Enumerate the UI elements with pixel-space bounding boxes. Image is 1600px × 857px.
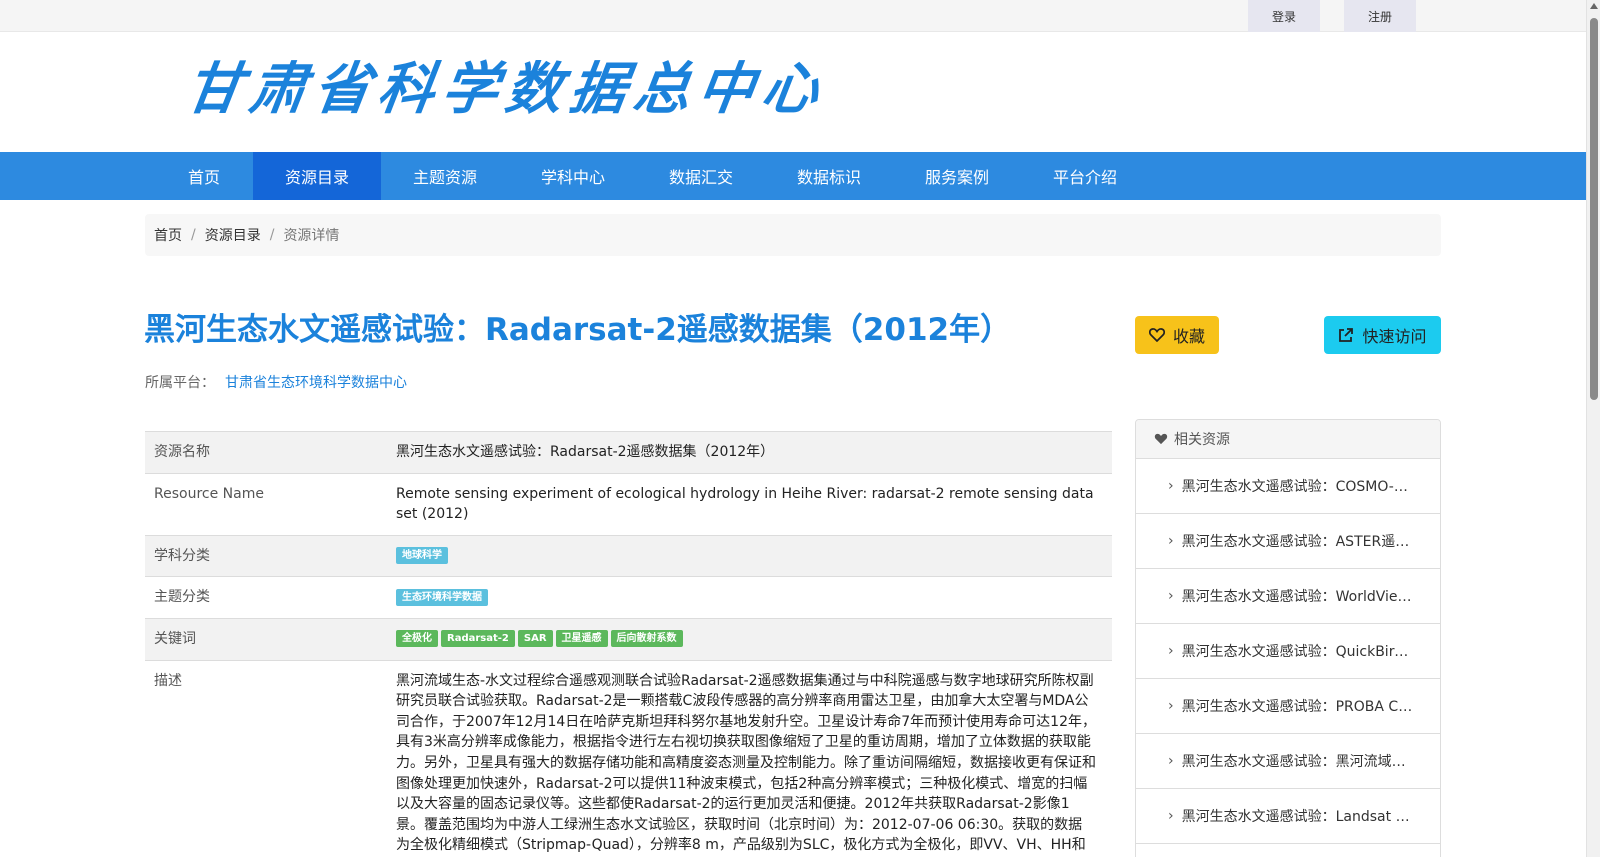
keyword-tag[interactable]: Radarsat-2 bbox=[441, 630, 515, 648]
chevron-right-icon: › bbox=[1168, 533, 1174, 549]
related-item-label: 黑河生态水文遥感试验：COSMO-SkyMed遥感数据集 bbox=[1181, 479, 1414, 495]
related-item[interactable]: › 黑河生态水文遥感试验：ASTER遥感数据集 bbox=[1136, 514, 1440, 569]
related-item[interactable]: › 黑河生态水文遥感试验：QuickBird遥感数据集 bbox=[1136, 624, 1440, 679]
heart-icon bbox=[1154, 433, 1168, 445]
keyword-tag[interactable]: 全极化 bbox=[396, 630, 438, 648]
chevron-right-icon: › bbox=[1168, 478, 1174, 494]
resource-info-table: 资源名称 黑河生态水文遥感试验：Radarsat-2遥感数据集（2012年） R… bbox=[145, 431, 1112, 857]
table-row: 主题分类 生态环境科学数据 bbox=[145, 576, 1112, 619]
table-row: 描述 黑河流域生态-水文过程综合遥感观测联合试验Radarsat-2遥感数据集通… bbox=[145, 659, 1112, 857]
related-item[interactable]: › 黑河生态水文遥感试验：黑河流域遥感数据集 bbox=[1136, 734, 1440, 789]
breadcrumb-separator: / bbox=[191, 227, 196, 243]
related-resources-header: 相关资源 bbox=[1136, 420, 1440, 459]
related-item-label: 黑河生态水文遥感试验：QuickBird遥感数据集 bbox=[1181, 644, 1414, 660]
nav-identifier[interactable]: 数据标识 bbox=[765, 152, 893, 200]
nav-cases[interactable]: 服务案例 bbox=[893, 152, 1021, 200]
breadcrumb-home[interactable]: 首页 bbox=[154, 225, 182, 245]
page-title: 黑河生态水文遥感试验：Radarsat-2遥感数据集（2012年） bbox=[144, 312, 1012, 348]
favorite-label: 收藏 bbox=[1172, 327, 1205, 346]
chevron-right-icon: › bbox=[1168, 808, 1174, 824]
quick-access-button[interactable]: 快速访问 bbox=[1324, 316, 1441, 354]
breadcrumb-catalog[interactable]: 资源目录 bbox=[205, 225, 261, 245]
table-row: Resource Name Remote sensing experiment … bbox=[145, 472, 1112, 536]
row-value: 生态环境科学数据 bbox=[387, 576, 1112, 619]
related-item[interactable]: › 黑河生态水文遥感试验：WorldView遥感数据集 bbox=[1136, 569, 1440, 624]
breadcrumb-separator: / bbox=[269, 227, 275, 243]
table-row: 学科分类 地球科学 bbox=[145, 534, 1112, 577]
related-resources-panel: 相关资源 › 黑河生态水文遥感试验：COSMO-SkyMed遥感数据集 › 黑河生态… bbox=[1135, 419, 1441, 857]
platform-label: 所属平台： bbox=[145, 375, 215, 391]
nav-themes[interactable]: 主题资源 bbox=[381, 152, 509, 200]
row-value: 全极化 Radarsat-2 SAR 卫星遥感 后向散射系数 bbox=[387, 617, 1112, 661]
chevron-right-icon: › bbox=[1168, 698, 1174, 714]
nav-home[interactable]: 首页 bbox=[174, 152, 234, 200]
main-nav: 首页 资源目录 主题资源 学科中心 数据汇交 数据标识 服务案例 平台介绍 bbox=[0, 152, 1586, 200]
row-value: 黑河生态水文遥感试验：Radarsat-2遥感数据集（2012年） bbox=[387, 431, 1112, 474]
site-logo[interactable]: 甘肃省科学数据总中心 bbox=[182, 57, 831, 122]
related-item-label: 黑河生态水文遥感试验：黑河流域遥感数据集 bbox=[1181, 754, 1414, 770]
subject-tag[interactable]: 地球科学 bbox=[396, 547, 448, 565]
row-label: 资源名称 bbox=[145, 431, 387, 474]
nav-submission[interactable]: 数据汇交 bbox=[637, 152, 765, 200]
external-link-icon bbox=[1339, 328, 1354, 342]
heart-outline-icon bbox=[1148, 328, 1165, 342]
breadcrumb: 首页 / 资源目录 / 资源详情 bbox=[145, 214, 1441, 256]
related-item-label: 黑河生态水文遥感试验：Landsat 遥感数据集 bbox=[1181, 809, 1414, 825]
chevron-right-icon: › bbox=[1168, 588, 1174, 604]
favorite-button[interactable]: 收藏 bbox=[1135, 316, 1219, 354]
related-item[interactable]: › 黑河生态水文遥感试验：COSMO-SkyMed遥感数据集 bbox=[1136, 459, 1440, 514]
keyword-tag[interactable]: 卫星遥感 bbox=[555, 630, 608, 648]
scroll-thumb[interactable] bbox=[1590, 18, 1598, 400]
row-value: Remote sensing experiment of ecological … bbox=[387, 472, 1112, 536]
row-value: 地球科学 bbox=[387, 534, 1112, 577]
page-scrollbar[interactable] bbox=[1586, 0, 1600, 857]
related-item-label: 黑河生态水文遥感试验：ASTER遥感数据集 bbox=[1181, 534, 1414, 550]
chevron-right-icon: › bbox=[1168, 753, 1174, 769]
related-item-label: 黑河生态水文遥感试验：PROBA CHRIS遥感数据集 bbox=[1181, 699, 1414, 715]
related-resources-title: 相关资源 bbox=[1174, 432, 1230, 448]
row-label: 关键词 bbox=[145, 617, 387, 661]
table-row: 关键词 全极化 Radarsat-2 SAR 卫星遥感 后向散射系数 bbox=[145, 617, 1112, 661]
related-item[interactable]: › 黑河生态水文遥感试验：PROBA CHRIS遥感数据集 bbox=[1136, 679, 1440, 734]
nav-catalog[interactable]: 资源目录 bbox=[253, 152, 381, 200]
quick-access-label: 快速访问 bbox=[1362, 327, 1427, 346]
related-item[interactable]: › 黑河生态水文遥感试验：Landsat 遥感数据集 bbox=[1136, 789, 1440, 844]
row-label: 描述 bbox=[145, 659, 387, 857]
row-label: 主题分类 bbox=[145, 576, 387, 619]
row-label: 学科分类 bbox=[145, 534, 387, 577]
related-item-label: 黑河生态水文遥感试验：WorldView遥感数据集 bbox=[1181, 589, 1414, 605]
table-row: 资源名称 黑河生态水文遥感试验：Radarsat-2遥感数据集（2012年） bbox=[145, 431, 1112, 474]
top-bar: 登录 注册 bbox=[0, 0, 1586, 32]
row-label: Resource Name bbox=[145, 472, 387, 536]
nav-about[interactable]: 平台介绍 bbox=[1021, 152, 1149, 200]
login-button[interactable]: 登录 bbox=[1248, 0, 1320, 32]
platform-line: 所属平台： 甘肃省生态环境科学数据中心 bbox=[145, 372, 407, 392]
scroll-up-arrow-icon[interactable] bbox=[1590, 3, 1598, 9]
register-button[interactable]: 注册 bbox=[1344, 0, 1416, 32]
platform-link[interactable]: 甘肃省生态环境科学数据中心 bbox=[225, 375, 407, 391]
breadcrumb-current: 资源详情 bbox=[283, 228, 340, 244]
description-text: 黑河流域生态-水文过程综合遥感观测联合试验Radarsat-2遥感数据集通过与中… bbox=[387, 659, 1112, 857]
chevron-right-icon: › bbox=[1168, 643, 1174, 659]
keyword-tag[interactable]: SAR bbox=[517, 630, 553, 648]
nav-disciplines[interactable]: 学科中心 bbox=[509, 152, 637, 200]
keyword-tag[interactable]: 后向散射系数 bbox=[610, 630, 683, 648]
theme-tag[interactable]: 生态环境科学数据 bbox=[396, 588, 488, 606]
